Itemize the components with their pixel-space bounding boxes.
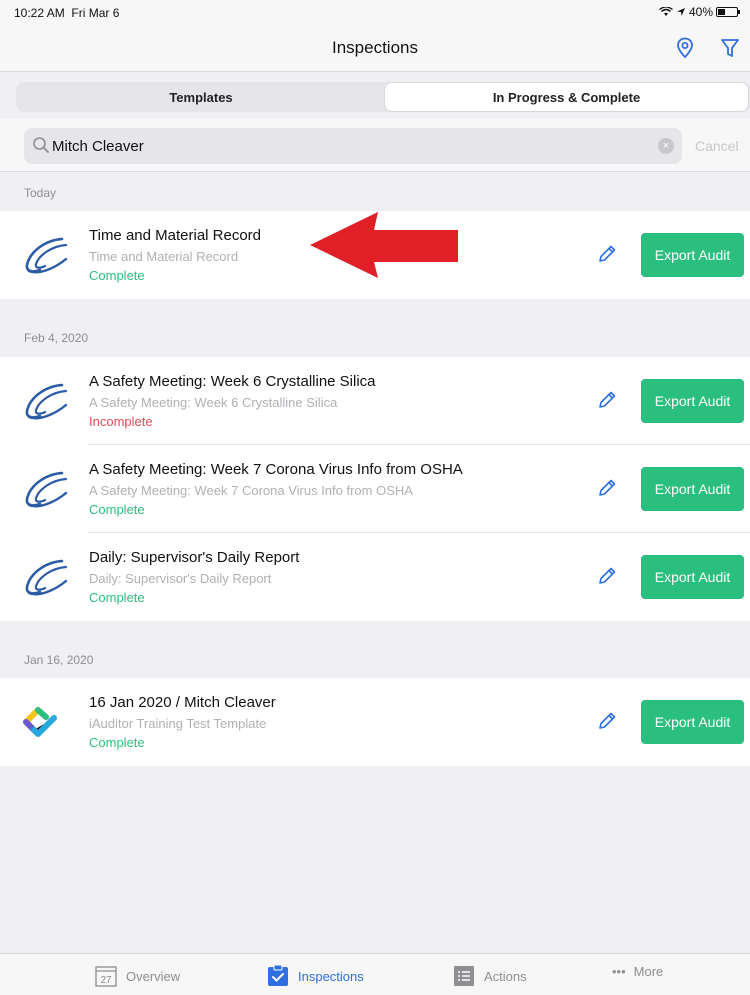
export-audit-button[interactable]: Export Audit — [641, 379, 744, 423]
pencil-icon[interactable] — [596, 710, 618, 732]
search-icon — [33, 137, 49, 153]
tab-overview[interactable]: 27 Overview — [94, 964, 180, 988]
section-header: Feb 4, 2020 — [0, 299, 750, 357]
status-badge: Complete — [89, 502, 145, 517]
tab-bar: 27 Overview Inspections Actions ••• More — [0, 953, 750, 995]
list-item[interactable]: 16 Jan 2020 / Mitch Cleaver iAuditor Tra… — [0, 678, 750, 766]
item-title: Time and Material Record — [89, 227, 262, 244]
item-title: A Safety Meeting: Week 7 Corona Virus In… — [89, 461, 463, 478]
company-logo-icon — [25, 559, 68, 596]
list-icon — [454, 966, 474, 986]
search-value: Mitch Cleaver — [52, 138, 144, 155]
list-item[interactable]: A Safety Meeting: Week 7 Corona Virus In… — [0, 445, 750, 533]
item-title: 16 Jan 2020 / Mitch Cleaver — [89, 694, 276, 711]
item-title: A Safety Meeting: Week 6 Crystalline Sil… — [89, 373, 376, 390]
status-date: Fri Mar 6 — [71, 6, 120, 20]
tab-actions[interactable]: Actions — [452, 964, 527, 988]
section-header: Jan 16, 2020 — [0, 621, 750, 678]
tab-label: Overview — [126, 968, 181, 984]
wifi-icon — [659, 7, 673, 16]
nav-bar: Inspections — [0, 24, 750, 72]
tab-label: More — [633, 964, 664, 979]
status-badge: Complete — [89, 268, 145, 283]
pencil-icon[interactable] — [596, 565, 618, 587]
calendar-day: 27 — [100, 975, 112, 986]
status-badge: Incomplete — [89, 414, 153, 429]
tab-more[interactable]: ••• More — [612, 964, 663, 979]
item-subtitle: Daily: Supervisor's Daily Report — [89, 571, 272, 586]
battery-icon — [716, 7, 740, 17]
export-audit-button[interactable]: Export Audit — [641, 555, 744, 599]
status-badge: Complete — [89, 735, 145, 750]
item-title: Daily: Supervisor's Daily Report — [89, 549, 300, 566]
clipboard-check-icon — [268, 964, 288, 986]
status-badge: Complete — [89, 590, 145, 605]
pencil-icon[interactable] — [596, 477, 618, 499]
export-audit-button[interactable]: Export Audit — [641, 467, 744, 511]
iauditor-logo-icon — [23, 707, 57, 737]
status-indicators: 40% — [659, 5, 740, 19]
tab-label: Inspections — [298, 968, 364, 984]
search-input[interactable]: Mitch Cleaver × — [24, 128, 682, 164]
tab-inspections[interactable]: Inspections — [266, 964, 364, 988]
section-header-label: Today — [24, 186, 57, 200]
location-arrow-icon — [676, 8, 685, 16]
item-subtitle: A Safety Meeting: Week 7 Corona Virus In… — [89, 483, 413, 498]
segmented-control: Templates In Progress & Complete — [16, 82, 750, 112]
company-logo-icon — [25, 237, 68, 274]
status-time: 10:22 AM Fri Mar 6 — [14, 6, 119, 20]
filter-icon[interactable] — [718, 36, 742, 60]
search-area: Mitch Cleaver × Cancel — [0, 118, 750, 172]
cancel-button[interactable]: Cancel — [695, 138, 739, 154]
company-logo-icon — [25, 383, 68, 420]
clear-search-icon[interactable]: × — [658, 138, 674, 154]
calendar-icon: 27 — [95, 966, 117, 987]
segment-in-progress-complete[interactable]: In Progress & Complete — [385, 83, 748, 111]
item-subtitle: Time and Material Record — [89, 249, 239, 264]
tab-label: Actions — [484, 968, 527, 984]
item-subtitle: iAuditor Training Test Template — [89, 716, 267, 731]
list-item[interactable]: Daily: Supervisor's Daily Report Daily: … — [0, 533, 750, 621]
page-title: Inspections — [332, 38, 418, 57]
list-item[interactable]: A Safety Meeting: Week 6 Crystalline Sil… — [0, 357, 750, 445]
more-dots-icon: ••• — [612, 964, 626, 979]
location-pin-icon[interactable] — [673, 36, 697, 60]
status-bar: 10:22 AM Fri Mar 6 40% — [0, 0, 750, 24]
export-audit-button[interactable]: Export Audit — [641, 233, 744, 277]
section-header-label: Jan 16, 2020 — [24, 653, 94, 667]
company-logo-icon — [25, 471, 68, 508]
annotation-arrow-icon — [310, 212, 458, 278]
export-audit-button[interactable]: Export Audit — [641, 700, 744, 744]
pencil-icon[interactable] — [596, 389, 618, 411]
section-header: Today — [0, 173, 750, 211]
segment-templates[interactable]: Templates — [18, 83, 384, 111]
section-header-label: Feb 4, 2020 — [24, 331, 89, 345]
item-subtitle: A Safety Meeting: Week 6 Crystalline Sil… — [89, 395, 338, 410]
battery-percent: 40% — [688, 5, 713, 19]
pencil-icon[interactable] — [596, 243, 618, 265]
status-clock: 10:22 AM — [14, 6, 65, 20]
